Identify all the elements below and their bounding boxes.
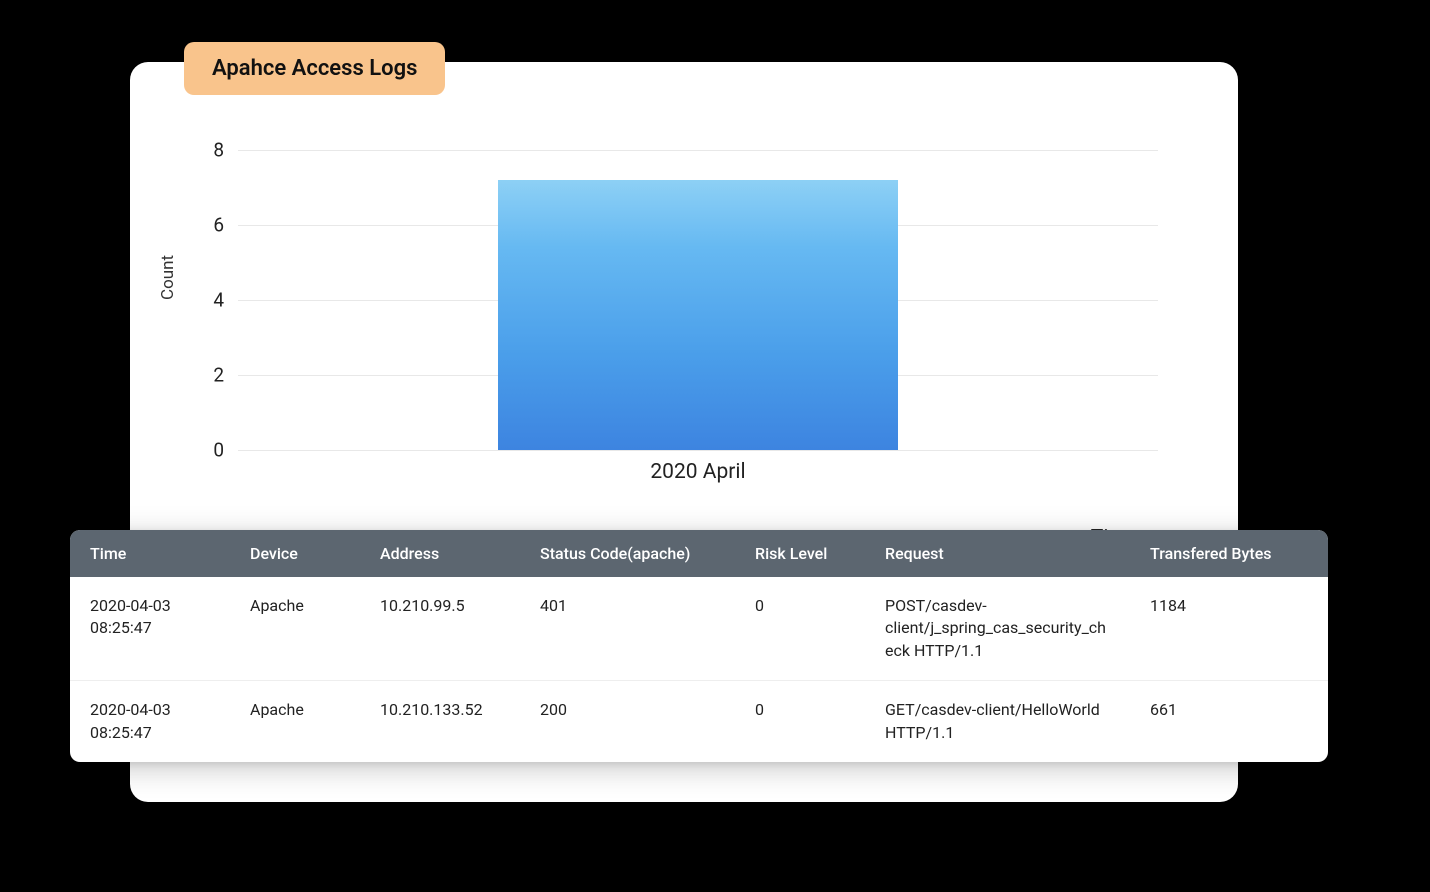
cell-time: 2020-04-03 08:25:47 bbox=[70, 577, 230, 680]
gridline bbox=[238, 150, 1158, 151]
column-header: Request bbox=[865, 530, 1130, 577]
chart-bar bbox=[498, 180, 898, 450]
y-tick-label: 2 bbox=[194, 364, 224, 387]
table-row[interactable]: 2020-04-03 08:25:47Apache10.210.99.54010… bbox=[70, 577, 1328, 681]
cell-address: 10.210.99.5 bbox=[360, 577, 520, 680]
column-header: Device bbox=[230, 530, 360, 577]
x-tick-label: 2020 April bbox=[650, 460, 745, 484]
y-tick-label: 0 bbox=[194, 439, 224, 462]
y-tick-label: 6 bbox=[194, 214, 224, 237]
table-row[interactable]: 2020-04-03 08:25:47Apache10.210.133.5220… bbox=[70, 681, 1328, 762]
cell-device: Apache bbox=[230, 577, 360, 680]
column-header: Transfered Bytes bbox=[1130, 530, 1328, 577]
cell-device: Apache bbox=[230, 681, 360, 762]
y-tick-label: 8 bbox=[194, 139, 224, 162]
column-header: Address bbox=[360, 530, 520, 577]
y-tick-label: 4 bbox=[194, 289, 224, 312]
cell-bytes: 661 bbox=[1130, 681, 1328, 762]
column-header: Status Code(apache) bbox=[520, 530, 735, 577]
cell-status_code: 401 bbox=[520, 577, 735, 680]
cell-risk_level: 0 bbox=[735, 577, 865, 680]
page-title: Apahce Access Logs bbox=[184, 42, 445, 95]
cell-risk_level: 0 bbox=[735, 681, 865, 762]
chart-plot: 024682020 April bbox=[238, 150, 1158, 450]
log-table: TimeDeviceAddressStatus Code(apache)Risk… bbox=[70, 530, 1328, 762]
cell-address: 10.210.133.52 bbox=[360, 681, 520, 762]
cell-time: 2020-04-03 08:25:47 bbox=[70, 681, 230, 762]
y-axis-label: Count bbox=[158, 255, 178, 300]
table-header-row: TimeDeviceAddressStatus Code(apache)Risk… bbox=[70, 530, 1328, 577]
gridline bbox=[238, 450, 1158, 451]
chart: Count 024682020 April Time bbox=[168, 150, 1178, 490]
cell-status_code: 200 bbox=[520, 681, 735, 762]
column-header: Time bbox=[70, 530, 230, 577]
cell-request: GET/casdev-client/HelloWorld HTTP/1.1 bbox=[865, 681, 1130, 762]
cell-bytes: 1184 bbox=[1130, 577, 1328, 680]
column-header: Risk Level bbox=[735, 530, 865, 577]
cell-request: POST/casdev-client/j_spring_cas_security… bbox=[865, 577, 1130, 680]
